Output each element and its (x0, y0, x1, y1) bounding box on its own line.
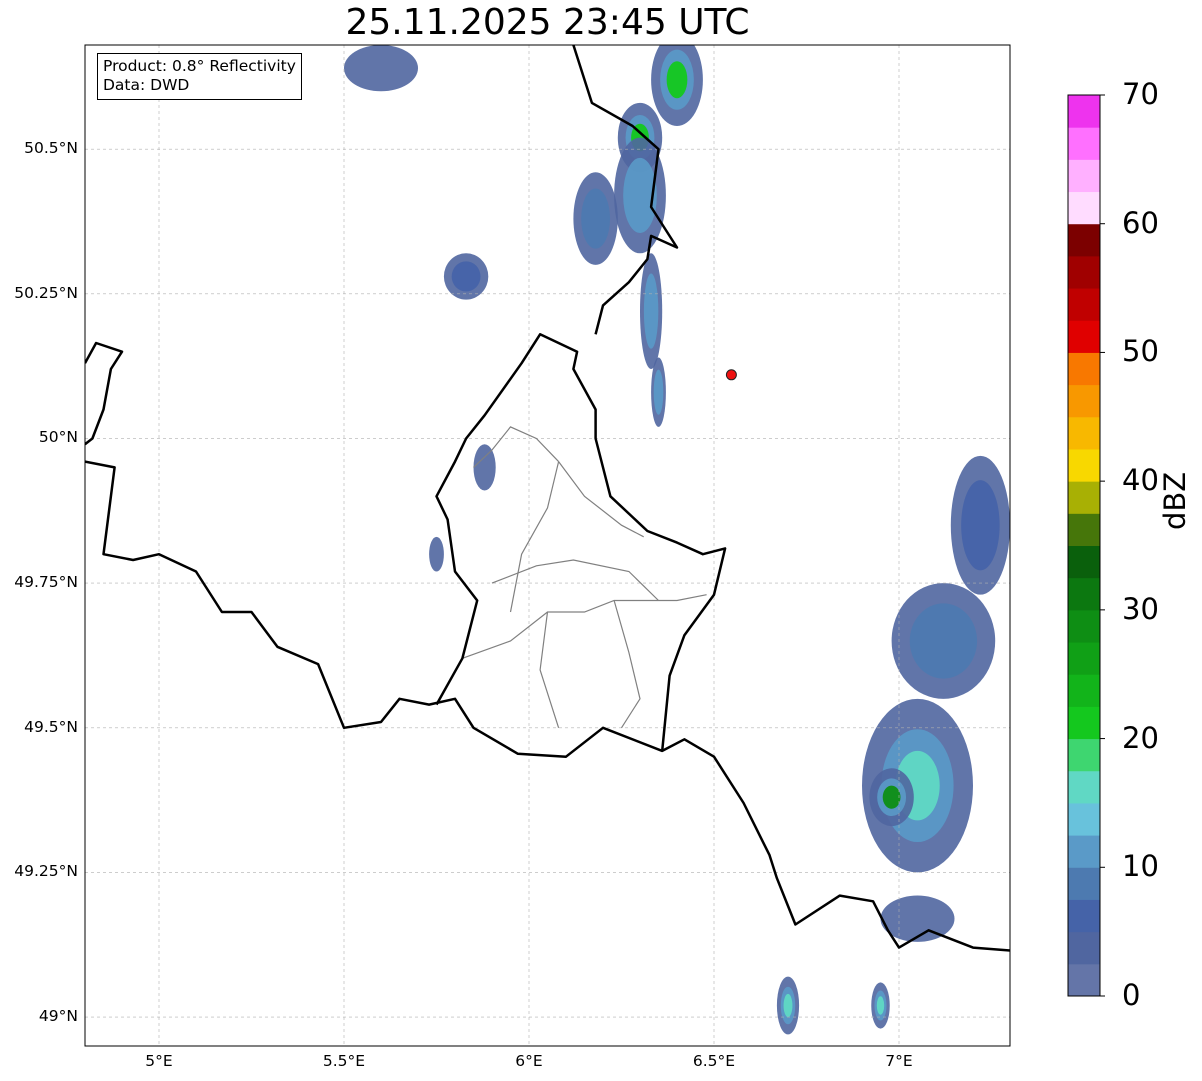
colorbar-segment (1068, 191, 1100, 225)
info-box: Product: 0.8° Reflectivity Data: DWD (97, 53, 302, 100)
colorbar-segment (1068, 320, 1100, 353)
colorbar-segment (1068, 352, 1100, 386)
lon-tick-label: 5°E (145, 1052, 173, 1070)
colorbar-segment (1068, 448, 1100, 482)
colorbar-segment (1068, 513, 1100, 546)
product-label: Product: 0.8° Reflectivity (103, 57, 296, 75)
colorbar-tick-label: 20 (1122, 720, 1159, 755)
lat-tick-label: 49°N (38, 1007, 78, 1026)
colorbar-segment (1068, 802, 1100, 836)
colorbar-segment (1068, 899, 1100, 933)
radar-figure: 25.11.2025 23:45 UTC Product: 0.8° Refle… (0, 0, 1202, 1081)
colorbar-segment (1068, 835, 1100, 868)
colorbar-segment (1068, 545, 1100, 579)
colorbar-segment (1068, 127, 1100, 160)
data-source-label: Data: DWD (103, 76, 190, 94)
lat-tick-label: 50°N (38, 428, 78, 447)
colorbar-unit: dBZ (1158, 471, 1192, 530)
colorbar-tick-label: 40 (1122, 463, 1159, 498)
lon-tick-label: 7°E (885, 1052, 913, 1070)
colorbar-tick-label: 70 (1122, 77, 1159, 111)
lon-tick-label: 5.5°E (322, 1052, 366, 1070)
colorbar-segment (1068, 674, 1100, 707)
colorbar-segment (1068, 159, 1100, 193)
colorbar-segment (1068, 738, 1100, 772)
lat-tick-label: 49.75°N (14, 573, 78, 592)
lat-tick-label: 50.5°N (24, 139, 78, 158)
colorbar-segment (1068, 95, 1100, 128)
colorbar-segment (1068, 931, 1100, 965)
colorbar-segment (1068, 577, 1100, 611)
colorbar-segment (1068, 867, 1100, 900)
colorbar-segment (1068, 642, 1100, 675)
colorbar-tick-label: 60 (1122, 205, 1159, 240)
colorbar-tick-label: 10 (1122, 849, 1159, 884)
lon-tick-label: 6°E (515, 1052, 543, 1070)
lat-tick-label: 50.25°N (14, 283, 78, 302)
colorbar (1067, 94, 1105, 997)
lat-tick-label: 49.25°N (14, 862, 78, 881)
colorbar-segment (1068, 963, 1100, 997)
colorbar-segment (1068, 255, 1100, 289)
colorbar-tick-label: 50 (1122, 334, 1159, 369)
lon-tick-label: 6.5°E (692, 1052, 736, 1070)
colorbar-tick-label: 30 (1122, 591, 1159, 626)
colorbar-tick-label: 0 (1122, 978, 1141, 1012)
colorbar-segment (1068, 416, 1100, 450)
colorbar-segment (1068, 770, 1100, 804)
colorbar-segment (1068, 384, 1100, 418)
colorbar-segment (1068, 481, 1100, 514)
colorbar-segment (1068, 223, 1100, 257)
colorbar-segment (1068, 288, 1100, 321)
map-title: 25.11.2025 23:45 UTC (345, 2, 750, 43)
colorbar-segment (1068, 609, 1100, 643)
colorbar-segment (1068, 706, 1100, 740)
lat-tick-label: 49.5°N (24, 717, 78, 736)
